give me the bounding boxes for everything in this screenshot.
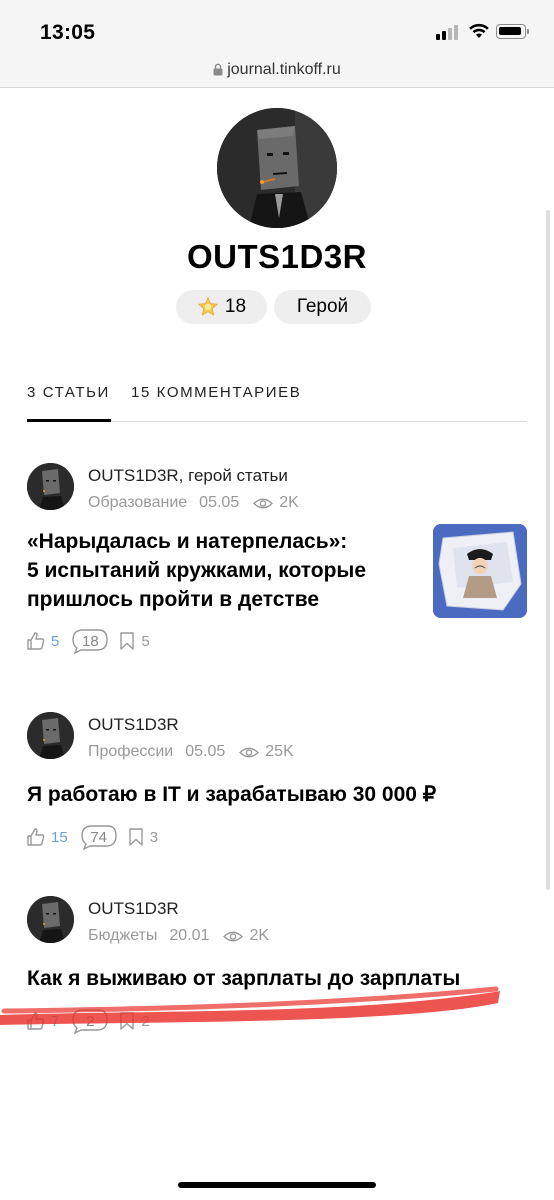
article-date: 20.01 bbox=[169, 927, 210, 944]
views-icon bbox=[253, 497, 274, 510]
views-count: 2K bbox=[249, 927, 270, 944]
like-button[interactable]: 5 bbox=[26, 631, 59, 651]
article-thumbnail[interactable] bbox=[433, 524, 527, 618]
author-avatar[interactable] bbox=[27, 896, 74, 943]
wifi-icon bbox=[469, 23, 489, 38]
article-category[interactable]: Профессии bbox=[88, 743, 173, 761]
profile-avatar bbox=[217, 108, 337, 228]
author-avatar[interactable] bbox=[27, 463, 74, 510]
article-stats: 15 74 3 bbox=[26, 824, 158, 850]
article-date: 05.05 bbox=[185, 743, 226, 760]
rating-value: 18 bbox=[224, 296, 247, 317]
cellular-signal-icon bbox=[436, 25, 458, 40]
article-meta: Профессии 05.05 25K bbox=[88, 743, 294, 761]
bookmark-count: 3 bbox=[149, 828, 159, 846]
lock-icon bbox=[213, 63, 223, 76]
like-count: 5 bbox=[51, 632, 60, 650]
article-title[interactable]: Я работаю в IT и зарабатываю 30 000 ₽ bbox=[27, 780, 436, 809]
views-icon bbox=[239, 746, 260, 759]
active-tab-indicator bbox=[27, 419, 111, 422]
status-bar: 13:05 bbox=[0, 0, 554, 52]
views-icon bbox=[223, 930, 244, 943]
views-count: 25K bbox=[265, 743, 294, 760]
article-date: 05.05 bbox=[199, 494, 240, 511]
rating-badge[interactable]: 18 bbox=[176, 290, 267, 324]
thumbs-up-icon bbox=[27, 828, 45, 846]
comments-button[interactable]: 74 bbox=[80, 824, 118, 850]
article-stats: 5 18 5 bbox=[26, 628, 150, 654]
comment-count: 74 bbox=[90, 828, 108, 846]
home-indicator[interactable] bbox=[178, 1182, 376, 1188]
profile-username: OUTS1D3R bbox=[186, 238, 368, 275]
author-name[interactable]: OUTS1D3R bbox=[88, 715, 179, 735]
author-name[interactable]: OUTS1D3R, герой статьи bbox=[88, 466, 288, 486]
author-avatar[interactable] bbox=[27, 712, 74, 759]
scrollbar[interactable] bbox=[546, 210, 550, 890]
bookmark-count: 5 bbox=[141, 632, 150, 650]
tab-articles[interactable]: 3 СТАТЬИ bbox=[27, 384, 110, 401]
article-category[interactable]: Бюджеты bbox=[88, 927, 157, 945]
comment-count: 18 bbox=[82, 632, 99, 650]
author-name[interactable]: OUTS1D3R bbox=[88, 899, 179, 919]
role-badge[interactable]: Герой bbox=[274, 290, 371, 324]
bookmark-button[interactable]: 3 bbox=[128, 827, 158, 847]
star-icon bbox=[197, 296, 219, 316]
article-meta: Бюджеты 20.01 2K bbox=[88, 927, 269, 945]
address-bar[interactable]: journal.tinkoff.ru bbox=[0, 52, 554, 88]
status-time: 13:05 bbox=[40, 21, 96, 44]
article-title[interactable]: «Нарыдалась и натерпелась»: 5 испытаний … bbox=[27, 527, 366, 614]
red-marker-scribble bbox=[0, 986, 500, 1025]
like-button[interactable]: 15 bbox=[26, 827, 68, 847]
bookmark-icon bbox=[120, 632, 135, 650]
url-text: journal.tinkoff.ru bbox=[227, 60, 341, 78]
battery-tip bbox=[527, 29, 529, 34]
article-meta: Образование 05.05 2K bbox=[88, 494, 299, 512]
thumbs-up-icon bbox=[27, 632, 45, 650]
article-category[interactable]: Образование bbox=[88, 494, 187, 512]
tab-comments[interactable]: 15 КОММЕНТАРИЕВ bbox=[131, 384, 301, 401]
views-count: 2K bbox=[279, 494, 299, 511]
battery-icon bbox=[496, 24, 526, 39]
like-count: 15 bbox=[51, 828, 68, 846]
bookmark-button[interactable]: 5 bbox=[119, 631, 150, 651]
comments-button[interactable]: 18 bbox=[71, 628, 109, 654]
bookmark-icon bbox=[128, 828, 143, 846]
